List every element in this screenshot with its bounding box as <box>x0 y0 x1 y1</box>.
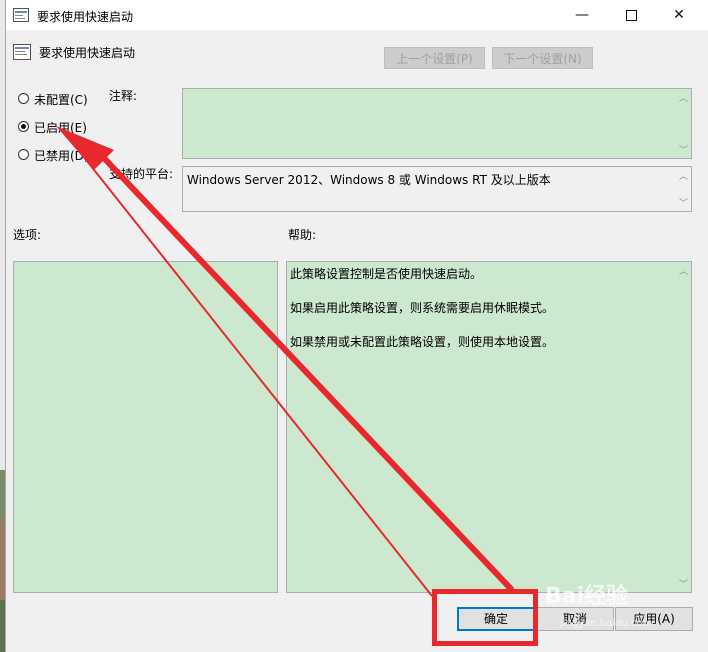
scroll-down-icon[interactable]: ﹀ <box>679 143 688 156</box>
previous-setting-button[interactable]: 上一个设置(P) <box>384 47 485 69</box>
baidu-watermark: Bai经验 <box>545 584 629 609</box>
help-label: 帮助: <box>288 228 317 242</box>
options-panel <box>13 261 278 593</box>
help-panel: 此策略设置控制是否使用快速启动。 如果启用此策略设置，则系统需要启用休眠模式。 … <box>286 261 692 593</box>
maximize-button[interactable] <box>608 0 654 30</box>
maximize-icon <box>625 9 637 21</box>
radio-circle-selected <box>18 121 29 132</box>
help-text: 此策略设置控制是否使用快速启动。 如果启用此策略设置，则系统需要启用休眠模式。 … <box>290 266 673 368</box>
setting-title: 要求使用快速启动 <box>39 46 136 60</box>
scroll-down-icon[interactable]: ﹀ <box>679 577 688 590</box>
annotation-highlight-box <box>432 589 538 646</box>
comment-scrollbar[interactable]: ︿ ﹀ <box>676 89 691 158</box>
help-paragraph: 如果禁用或未配置此策略设置，则使用本地设置。 <box>290 335 555 349</box>
scroll-up-icon[interactable]: ︿ <box>679 91 688 104</box>
scroll-down-icon[interactable]: ﹀ <box>679 196 688 209</box>
scroll-up-icon[interactable]: ︿ <box>679 264 688 277</box>
comment-label: 注释: <box>109 89 138 103</box>
radio-circle <box>18 149 29 160</box>
policy-icon <box>13 8 29 22</box>
platform-scrollbar[interactable]: ︿ ﹀ <box>676 167 691 211</box>
window-title: 要求使用快速启动 <box>37 10 134 24</box>
options-label: 选项: <box>13 228 42 242</box>
platform-label: 支持的平台: <box>109 167 174 181</box>
close-button[interactable]: ✕ <box>656 0 702 30</box>
baidu-watermark-url: jingyan.baidu.com <box>560 618 653 629</box>
scroll-up-icon[interactable]: ︿ <box>679 169 688 182</box>
radio-label: 未配置(C) <box>34 93 88 107</box>
help-scrollbar[interactable]: ︿ ﹀ <box>676 262 691 592</box>
setting-icon <box>13 44 31 60</box>
minimize-button[interactable]: — <box>559 0 605 30</box>
platform-value: Windows Server 2012、Windows 8 或 Windows … <box>187 173 551 187</box>
next-setting-button[interactable]: 下一个设置(N) <box>492 47 593 69</box>
radio-label: 已禁用(D) <box>34 149 89 163</box>
platform-field: Windows Server 2012、Windows 8 或 Windows … <box>182 166 692 212</box>
title-bar: 要求使用快速启动 — ✕ <box>6 0 708 30</box>
comment-textarea[interactable]: ︿ ﹀ <box>182 88 692 159</box>
help-paragraph: 如果启用此策略设置，则系统需要启用休眠模式。 <box>290 301 555 315</box>
help-paragraph: 此策略设置控制是否使用快速启动。 <box>290 267 483 281</box>
policy-dialog: 要求使用快速启动 — ✕ 要求使用快速启动 上一个设置(P) 下一个设置(N) … <box>5 0 708 652</box>
radio-circle <box>18 93 29 104</box>
radio-label: 已启用(E) <box>34 121 87 135</box>
